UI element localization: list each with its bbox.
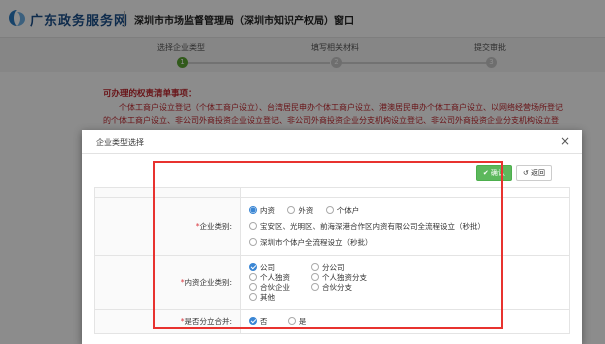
- radio-yes[interactable]: 是: [287, 315, 307, 329]
- radio-label: 内资: [260, 205, 275, 215]
- back-button[interactable]: ↺ 返回: [515, 165, 552, 181]
- return-arrow-icon: ↺: [522, 169, 531, 177]
- radio-unselected-icon: [287, 316, 296, 325]
- radio-individual-express[interactable]: 深圳市个体户全流程设立（秒批）: [249, 236, 373, 250]
- radio-unselected-icon: [325, 205, 334, 214]
- radio-label: 外资: [298, 205, 314, 215]
- split-merge-label: 是否分立合并:: [184, 317, 232, 326]
- radio-label: 合伙分支: [322, 282, 352, 292]
- radio-label: 宝安区、光明区、前海深港合作区内资有限公司全流程设立（秒批）: [260, 221, 485, 231]
- radio-unselected-icon: [249, 272, 257, 281]
- radio-selected-icon: [249, 205, 257, 214]
- close-icon[interactable]: ×: [560, 134, 570, 148]
- radio-label: 是: [298, 316, 307, 326]
- radio-selected-icon: [249, 262, 257, 271]
- back-label: 返回: [531, 169, 545, 177]
- split-merge-options: 否 是: [240, 309, 570, 334]
- split-merge-label-cell: *是否分立合并:: [94, 309, 241, 334]
- radio-unselected-icon: [249, 237, 257, 246]
- radio-unselected-icon: [311, 262, 319, 271]
- radio-label: 否: [260, 316, 268, 326]
- enterprise-type-dialog: 企业类型选择 × ✔ 确认 ↺ 返回 *企业类别: 内资 外资 个体户 宝安区、光…: [82, 130, 582, 344]
- domestic-category-options: 公司 分公司 个人独资 个人独资分支 合伙企业 合伙分支 其他: [240, 255, 570, 310]
- radio-baoan-company-express[interactable]: 宝安区、光明区、前海深港合作区内资有限公司全流程设立（秒批）: [249, 220, 485, 234]
- radio-unselected-icon: [311, 282, 319, 291]
- dialog-title: 企业类型选择: [96, 138, 144, 147]
- radio-individual[interactable]: 个体户: [325, 204, 360, 218]
- radio-unselected-icon: [287, 205, 296, 214]
- form-spacer: [240, 187, 570, 198]
- radio-selected-icon: [249, 316, 257, 325]
- enterprise-type-form: *企业类别: 内资 外资 个体户 宝安区、光明区、前海深港合作区内资有限公司全流…: [94, 187, 570, 334]
- radio-partnership[interactable]: 合伙企业: [249, 282, 301, 293]
- radio-label: 其他: [260, 292, 275, 302]
- radio-label: 分公司: [322, 262, 345, 272]
- radio-no[interactable]: 否: [249, 315, 268, 329]
- check-icon: ✔: [482, 169, 491, 177]
- radio-label: 合伙企业: [260, 282, 290, 292]
- radio-label: 深圳市个体户全流程设立（秒批）: [260, 237, 373, 247]
- domestic-category-label: 内资企业类别:: [184, 278, 232, 287]
- enterprise-category-options: 内资 外资 个体户 宝安区、光明区、前海深港合作区内资有限公司全流程设立（秒批）…: [240, 197, 570, 256]
- radio-unselected-icon: [249, 221, 257, 230]
- confirm-button[interactable]: ✔ 确认: [475, 165, 512, 181]
- radio-label: 个体户: [336, 205, 360, 215]
- radio-partnership-branch[interactable]: 合伙分支: [311, 282, 381, 293]
- dialog-header: 企业类型选择 ×: [82, 130, 582, 154]
- radio-label: 个人独资分支: [322, 272, 367, 282]
- radio-unselected-icon: [249, 292, 257, 301]
- radio-unselected-icon: [311, 272, 319, 281]
- radio-unselected-icon: [249, 282, 257, 291]
- radio-branch-company[interactable]: 分公司: [311, 262, 381, 273]
- confirm-label: 确认: [490, 169, 505, 177]
- enterprise-category-label-cell: *企业类别:: [94, 197, 241, 256]
- radio-label: 个人独资: [260, 272, 290, 282]
- radio-label: 公司: [260, 262, 275, 272]
- radio-other[interactable]: 其他: [249, 292, 301, 303]
- radio-company[interactable]: 公司: [249, 262, 301, 273]
- domestic-category-label-cell: *内资企业类别:: [94, 255, 241, 310]
- radio-foreign[interactable]: 外资: [287, 204, 313, 218]
- form-spacer: [94, 187, 241, 198]
- dialog-toolbar: ✔ 确认 ↺ 返回: [472, 165, 552, 181]
- enterprise-category-label: 企业类别:: [199, 222, 232, 231]
- radio-sole-proprietorship[interactable]: 个人独资: [249, 272, 301, 283]
- radio-domestic[interactable]: 内资: [249, 204, 275, 218]
- radio-sole-proprietorship-branch[interactable]: 个人独资分支: [311, 272, 381, 283]
